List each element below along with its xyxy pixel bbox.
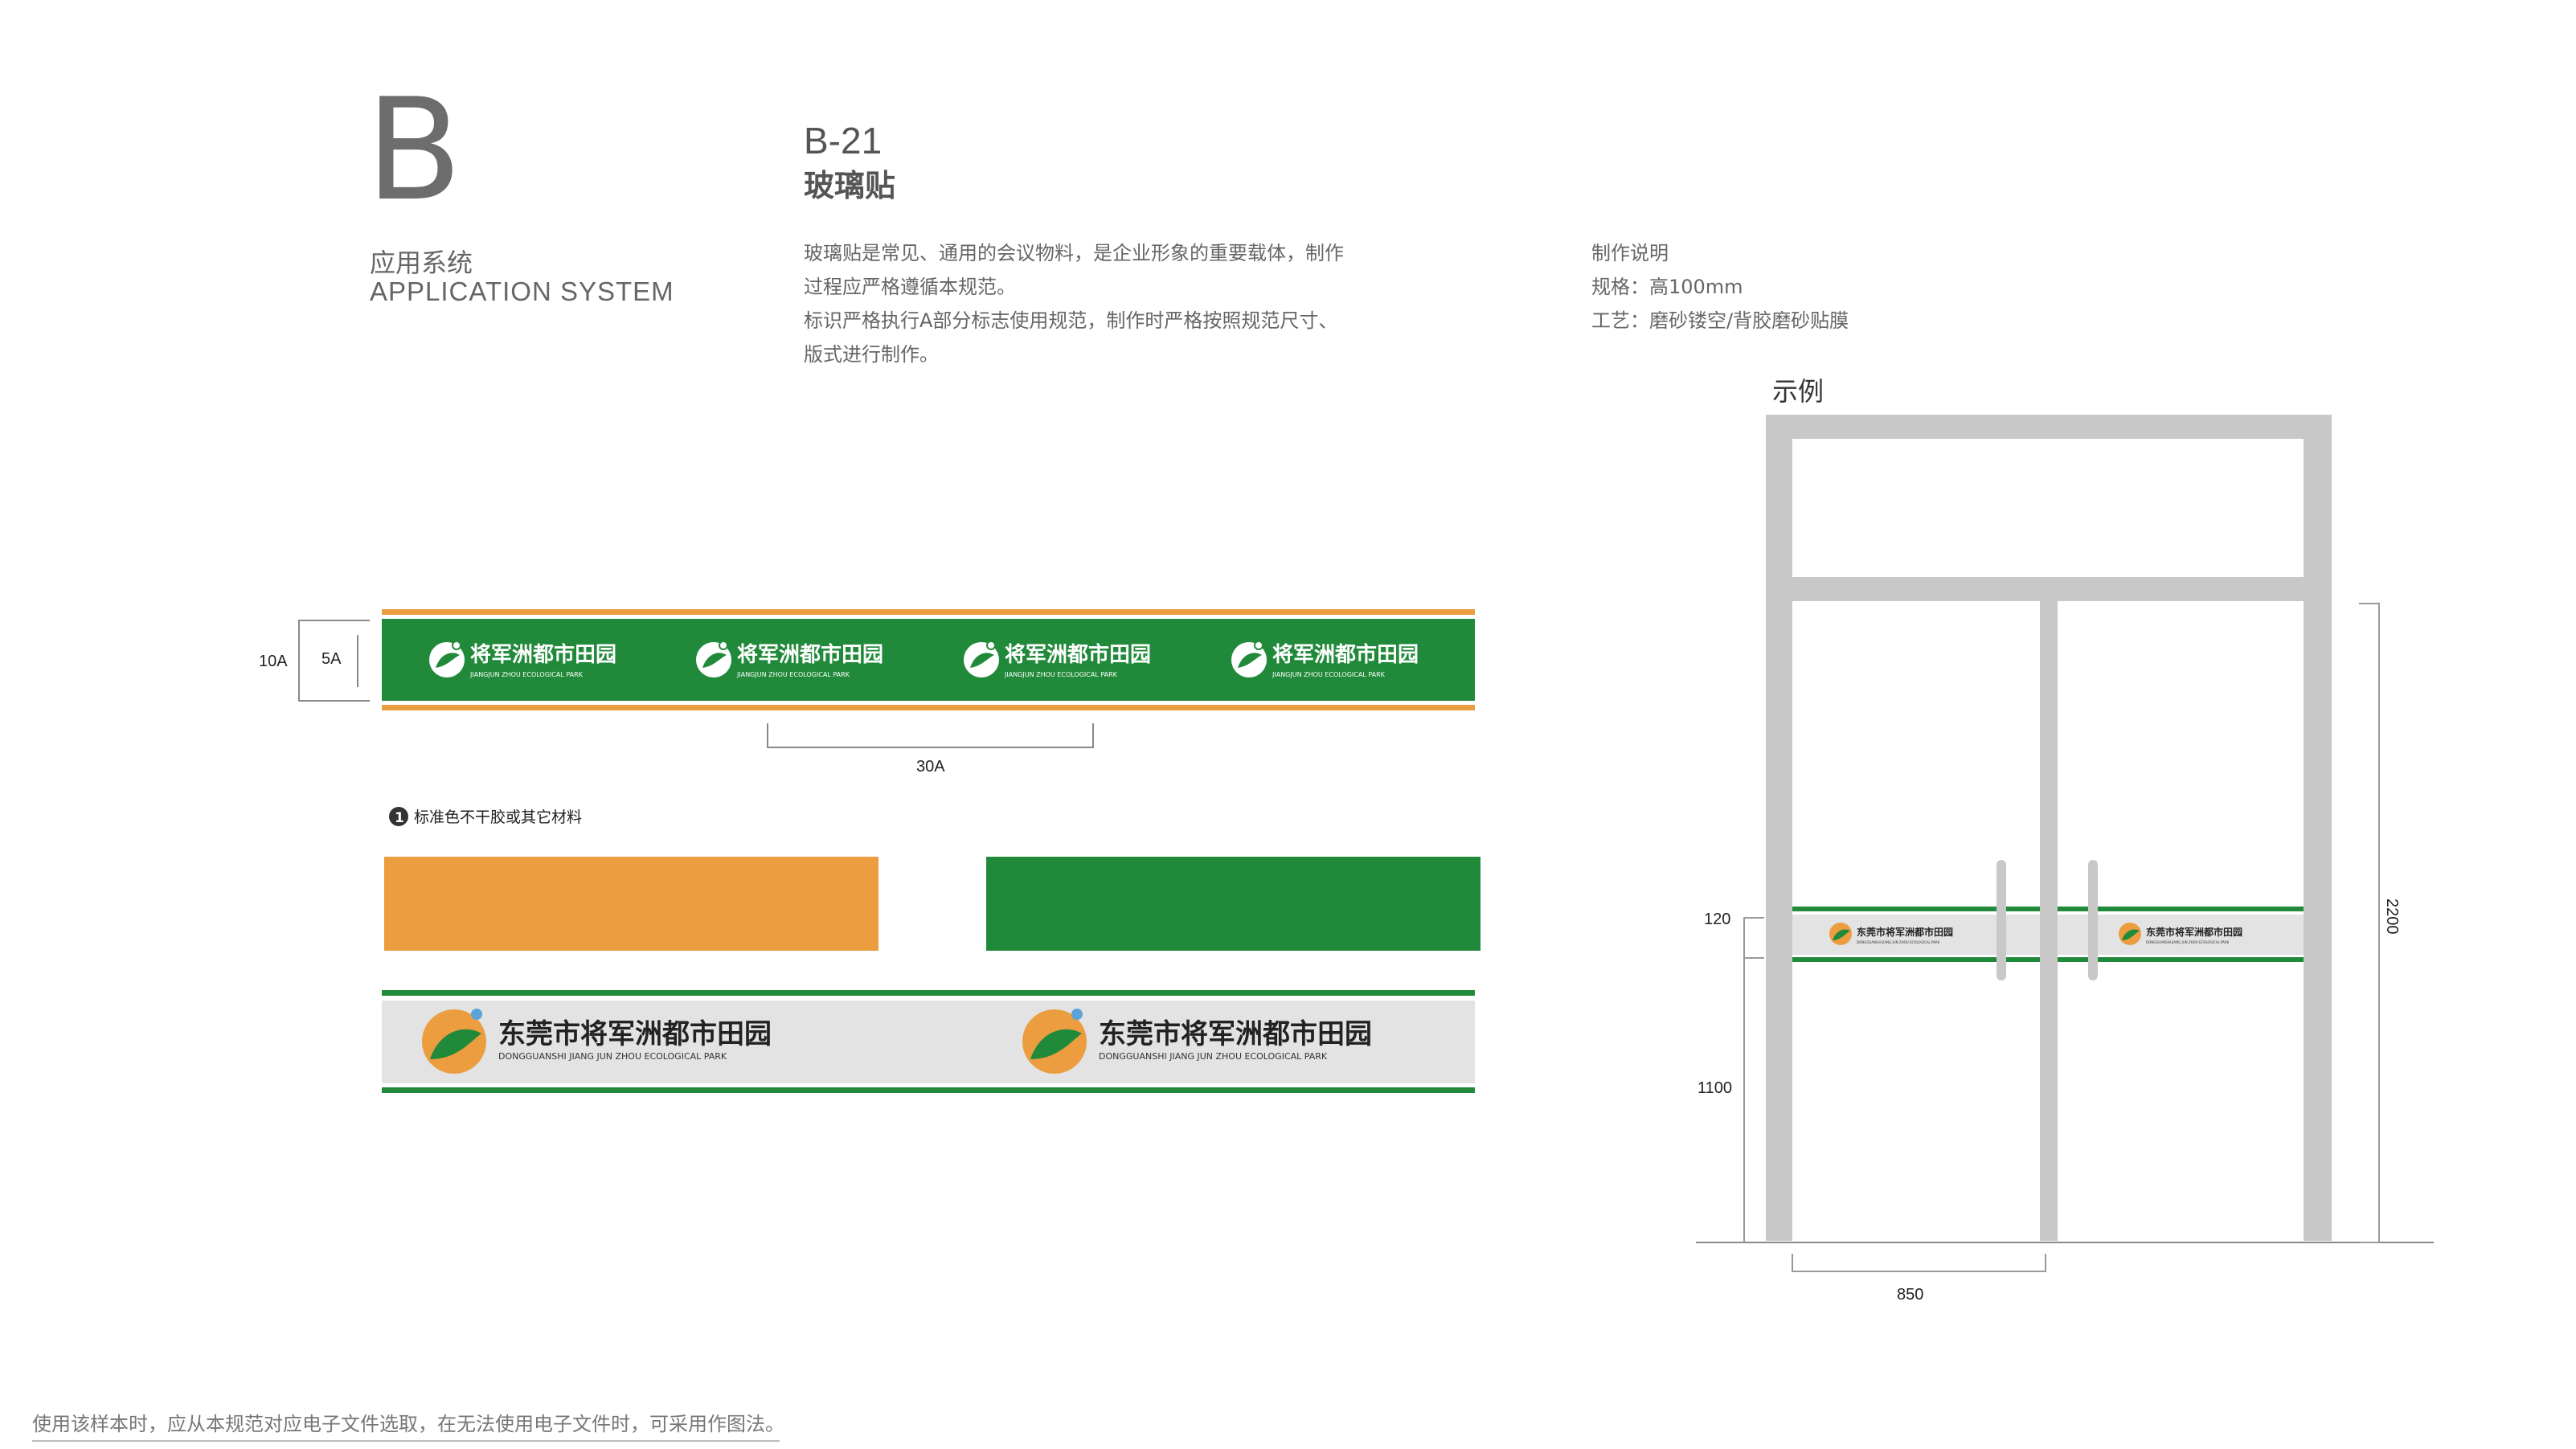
dim-label-850: 850: [1897, 1286, 1923, 1304]
artwork-canvas: 将军洲都市田园 JIANGJUN ZHOU ECOLOGICAL PARK 将军…: [259, 415, 2434, 1304]
logo-text-en: JIANGJUN ZHOU ECOLOGICAL PARK: [1272, 671, 1386, 678]
logo-text-cn: 将军洲都市田园: [470, 642, 616, 667]
logo-text-en: JIANGJUN ZHOU ECOLOGICAL PARK: [1004, 671, 1118, 678]
color-note: 1 标准色不干胶或其它材料: [389, 807, 582, 826]
logo-text-en: JIANGJUN ZHOU ECOLOGICAL PARK: [469, 671, 584, 678]
logo-text-en: JIANGJUN ZHOU ECOLOGICAL PARK: [736, 671, 850, 678]
footer-note: 使用该样本时，应从本规范对应电子文件选取，在无法使用电子文件时，可采用作图法。: [32, 1413, 784, 1435]
orange-swatch: [384, 857, 878, 951]
small-strip: 将军洲都市田园 JIANGJUN ZHOU ECOLOGICAL PARK 将军…: [259, 609, 1475, 776]
door-frame-top: [1766, 415, 2332, 439]
door-frame-right: [2304, 415, 2332, 1241]
logo-text-cn: 东莞市将军洲都市田园: [1099, 1018, 1372, 1050]
footer-divider: [32, 1440, 780, 1442]
door-center-mullion: [2040, 601, 2058, 1241]
spacing-dimension: [767, 723, 1094, 748]
dim-label-1100: 1100: [1698, 1079, 1732, 1097]
dim-label-30a: 30A: [916, 758, 945, 776]
green-swatch: [986, 857, 1480, 951]
door-handle-right: [2088, 860, 2098, 980]
door-frame-left: [1766, 415, 1792, 1241]
door-example: 东莞市将军洲都市田园 DONGGUANSHI JIANG JUN ZHOU EC…: [1696, 415, 2434, 1304]
dim-label-120: 120: [1704, 911, 1730, 928]
logo-text-en: DONGGUANSHI JIANG JUN ZHOU ECOLOGICAL PA…: [1857, 940, 1940, 944]
logo-text-cn: 东莞市将军洲都市田园: [498, 1018, 772, 1050]
dim-label-10a: 10A: [259, 653, 288, 670]
door-handle-left: [1997, 860, 2006, 980]
logo-text-cn: 将军洲都市田园: [737, 642, 883, 667]
large-strip-top-green: [382, 990, 1475, 996]
logo-text-en: DONGGUANSHI JIANG JUN ZHOU ECOLOGICAL PA…: [498, 1051, 727, 1062]
dim-label-5a: 5A: [321, 650, 342, 668]
door-band-logo: 东莞市将军洲都市田园 DONGGUANSHI JIANG JUN ZHOU EC…: [1829, 923, 1953, 945]
large-strip: 东莞市将军洲都市田园 DONGGUANSHI JIANG JUN ZHOU EC…: [382, 990, 1475, 1093]
logo-text-cn: 将军洲都市田园: [1272, 642, 1419, 667]
strip-top-orange: [382, 609, 1475, 615]
strip-bottom-orange: [382, 705, 1475, 710]
logo-text-en: DONGGUANSHI JIANG JUN ZHOU ECOLOGICAL PA…: [2146, 940, 2230, 944]
note-text: 标准色不干胶或其它材料: [414, 808, 582, 826]
door-transom-bar: [1766, 577, 2332, 601]
dim-label-2200: 2200: [2383, 898, 2401, 935]
large-strip-bottom-green: [382, 1087, 1475, 1093]
logo-text-en: DONGGUANSHI JIANG JUN ZHOU ECOLOGICAL PA…: [1099, 1051, 1328, 1062]
door-band-logo: 东莞市将军洲都市田园 DONGGUANSHI JIANG JUN ZHOU EC…: [2119, 923, 2242, 945]
note-number: 1: [395, 810, 404, 826]
logo-text-cn: 东莞市将军洲都市田园: [2146, 926, 2242, 938]
logo-text-cn: 将军洲都市田园: [1005, 642, 1151, 667]
logo-text-cn: 东莞市将军洲都市田园: [1857, 926, 1953, 938]
